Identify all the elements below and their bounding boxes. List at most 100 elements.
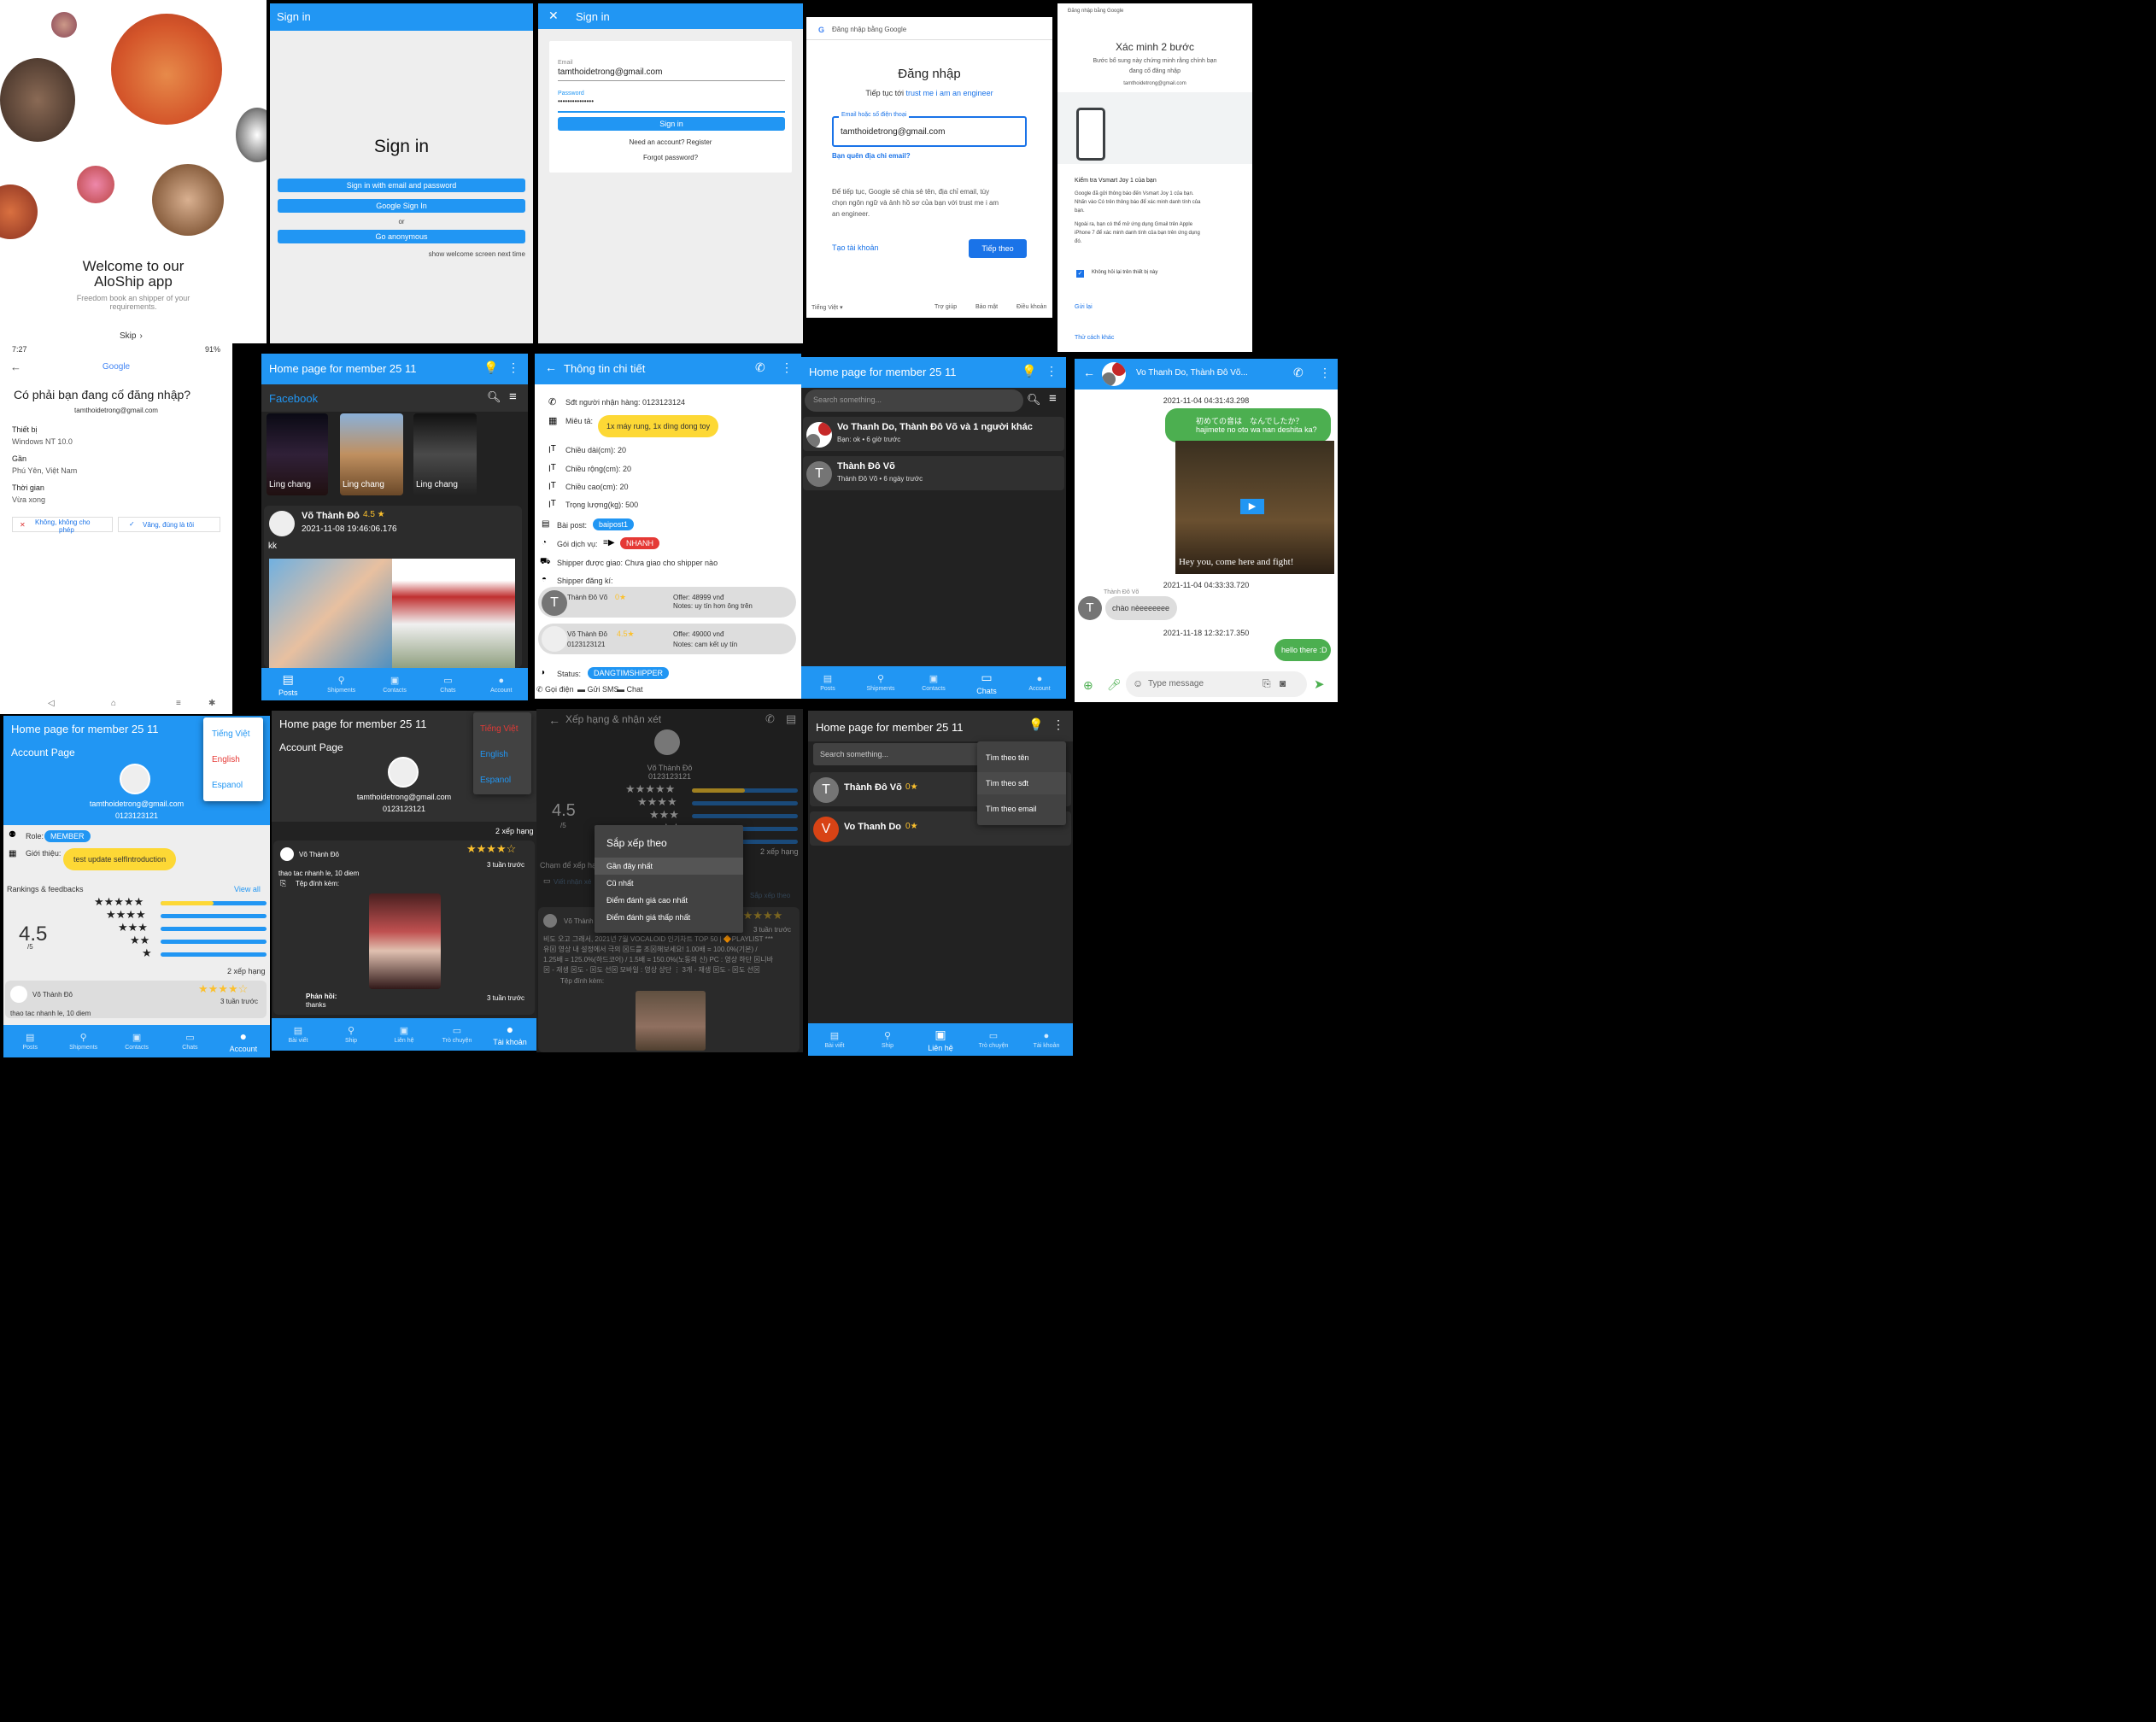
chat-button[interactable]: ▬ Chat (617, 685, 643, 694)
try-other-link[interactable]: Thử cách khác (1075, 335, 1114, 341)
more-vert-icon[interactable]: ⋮ (1052, 718, 1064, 732)
sms-button[interactable]: ▬ Gửi SMS (577, 685, 619, 694)
story-card[interactable]: Ling chang (340, 413, 403, 495)
nav-shipments[interactable]: ⚲ Shipments (314, 668, 367, 700)
view-all-link[interactable]: View all (234, 885, 261, 893)
send-icon[interactable]: ➤ (1314, 676, 1325, 692)
nav-shipments[interactable]: ⚲ Ship (325, 1018, 378, 1051)
nav-posts[interactable]: ▤ Bài viết (808, 1023, 861, 1056)
signin-button[interactable]: Sign in (558, 117, 785, 131)
attachment-image[interactable] (636, 991, 706, 1051)
search-input[interactable]: Search something... (813, 743, 984, 765)
password-field[interactable]: ••••••••••••••• (558, 97, 594, 105)
search-input[interactable]: Search something... (805, 390, 1023, 412)
tap-to-rate[interactable]: Chạm để xếp hạ (540, 861, 596, 870)
nav-shipments[interactable]: ⚲ Shipments (56, 1025, 109, 1057)
edit-icon[interactable]: ▭ (543, 876, 551, 886)
nav-account[interactable]: ● Account (217, 1025, 270, 1057)
email-signin-button[interactable]: Sign in with email and password (278, 179, 525, 192)
menu-item-english[interactable]: English (212, 755, 240, 764)
post-image[interactable] (392, 559, 515, 668)
checkbox[interactable]: ✓ (1076, 270, 1084, 278)
forgot-link[interactable]: Forgot password? (549, 154, 792, 161)
nav-contacts[interactable]: ▣ Liên hệ (378, 1018, 431, 1051)
tab-facebook[interactable]: Facebook (269, 392, 318, 405)
menu-item-vietnamese[interactable]: Tiếng Việt (212, 729, 249, 739)
deny-button[interactable]: ✕ Không, không cho phép (12, 517, 113, 534)
sort-option[interactable]: Cũ nhất (606, 879, 634, 887)
feedback-card[interactable]: Võ Thành Đô ★★★★☆ 3 tuần trước thao tac … (273, 840, 535, 1015)
back-arrow-icon[interactable]: ← (1083, 366, 1095, 379)
menu-item-name[interactable]: Tìm theo tên (986, 753, 1029, 762)
camera-icon[interactable]: ◙ (1280, 677, 1286, 689)
search-icon[interactable]: 🔍︎ (1027, 393, 1041, 407)
nav-posts[interactable]: ▤ Posts (3, 1025, 56, 1057)
confirm-button[interactable]: ✓ Vâng, đúng là tôi (118, 517, 220, 532)
anonymous-button[interactable]: Go anonymous (278, 230, 525, 243)
offer-card[interactable]: T Thành Đô Võ 0★ Offer: 48999 vnđ Notes:… (538, 587, 796, 618)
welcome-toggle[interactable]: show welcome screen next time (429, 250, 525, 258)
story-card[interactable]: Ling chang (267, 413, 328, 495)
more-vert-icon[interactable]: ⋮ (507, 360, 519, 375)
sort-option[interactable]: Điểm đánh giá thấp nhất (606, 913, 690, 922)
nav-shipments[interactable]: ⚲ Ship (861, 1023, 914, 1056)
nav-chats[interactable]: ▭ Trò chuyện (967, 1023, 1020, 1056)
menu-icon[interactable]: ≡ (1049, 391, 1057, 406)
lightbulb-icon[interactable]: 💡 (1022, 364, 1036, 378)
sort-link[interactable]: Sắp xếp theo (750, 892, 790, 899)
accessibility-icon[interactable]: ✱ (208, 699, 215, 708)
more-vert-icon[interactable]: ⋮ (1046, 364, 1057, 378)
back-arrow-icon[interactable]: ← (548, 713, 560, 727)
nav-posts[interactable]: ▤ Posts (801, 666, 854, 699)
nav-posts[interactable]: ▤ Posts (261, 668, 314, 700)
nav-chats[interactable]: ▭ Chats (421, 668, 474, 700)
menu-item-espanol[interactable]: Espanol (480, 776, 511, 785)
register-link[interactable]: Need an account? Register (549, 138, 792, 146)
write-review-link[interactable]: Viết nhận xé (554, 878, 591, 886)
nav-contacts[interactable]: ▣ Contacts (110, 1025, 163, 1057)
forgot-email-link[interactable]: Bạn quên địa chỉ email? (832, 152, 911, 160)
mic-icon[interactable]: 🎤︎ (1107, 678, 1122, 692)
close-icon[interactable]: ✕ (548, 9, 559, 23)
email-field[interactable]: tamthoidetrong@gmail.com (558, 67, 662, 77)
nav-home-icon[interactable]: ⌂ (111, 699, 116, 708)
message-input[interactable]: ☺ Type message ⎘ ◙ (1126, 671, 1307, 697)
chat-row[interactable]: T Thành Đô Võ Thành Đô Võ • 6 ngày trước (803, 456, 1064, 490)
more-vert-icon[interactable]: ⋮ (781, 360, 793, 375)
language-select[interactable]: Tiếng Việt ▾ (811, 304, 843, 311)
privacy-link[interactable]: Bảo mật (975, 304, 998, 310)
chat-row[interactable]: Vo Thanh Do, Thành Đô Võ và 1 người khác… (803, 417, 1064, 451)
post-image[interactable] (269, 559, 392, 668)
play-icon[interactable]: ▶ (1240, 499, 1264, 514)
nav-back-icon[interactable]: ◁ (48, 699, 55, 708)
sort-option[interactable]: Điểm đánh giá cao nhất (606, 896, 688, 905)
nav-account[interactable]: ● Tài khoản (1020, 1023, 1073, 1056)
menu-item-english[interactable]: English (480, 750, 508, 759)
emoji-icon[interactable]: ☺ (1133, 677, 1143, 689)
create-account-link[interactable]: Tạo tài khoản (832, 243, 879, 252)
skip-button[interactable]: Skip › (120, 331, 143, 341)
call-button[interactable]: ✆ Gọi điện (536, 685, 574, 694)
nav-chats[interactable]: ▭ Chats (960, 666, 1013, 699)
menu-item-vietnamese[interactable]: Tiếng Việt (480, 724, 518, 734)
offer-card[interactable]: Võ Thành Đô 4.5★ 0123123121 Offer: 49000… (538, 624, 796, 654)
nav-menu-icon[interactable]: ≡ (176, 699, 181, 708)
attach-icon[interactable]: ⎘ (1263, 677, 1271, 690)
video-message[interactable]: ▶ Hey you, come here and fight! (1175, 441, 1334, 574)
sort-option[interactable]: Gần đây nhất (595, 858, 743, 875)
menu-icon[interactable]: ≡ (509, 390, 517, 404)
email-input[interactable]: Email hoặc số điện thoại tamthoidetrong@… (832, 112, 1027, 147)
phone-icon[interactable]: ✆ (1293, 366, 1304, 380)
nav-shipments[interactable]: ⚲ Shipments (854, 666, 907, 699)
add-icon[interactable]: ⊕ (1083, 678, 1093, 693)
nav-contacts[interactable]: ▣ Contacts (368, 668, 421, 700)
post-chip[interactable]: baipost1 (593, 518, 635, 530)
menu-item-email[interactable]: Tìm theo email (986, 805, 1037, 813)
nav-account[interactable]: ● Account (1013, 666, 1066, 699)
google-signin-button[interactable]: Google Sign In (278, 199, 525, 213)
menu-item-phone[interactable]: Tìm theo sđt (977, 772, 1066, 794)
next-button[interactable]: Tiếp theo (969, 239, 1027, 258)
menu-item-espanol[interactable]: Espanol (212, 781, 243, 790)
phone-icon[interactable]: ✆ (765, 712, 775, 726)
phone-icon[interactable]: ✆ (755, 360, 765, 375)
